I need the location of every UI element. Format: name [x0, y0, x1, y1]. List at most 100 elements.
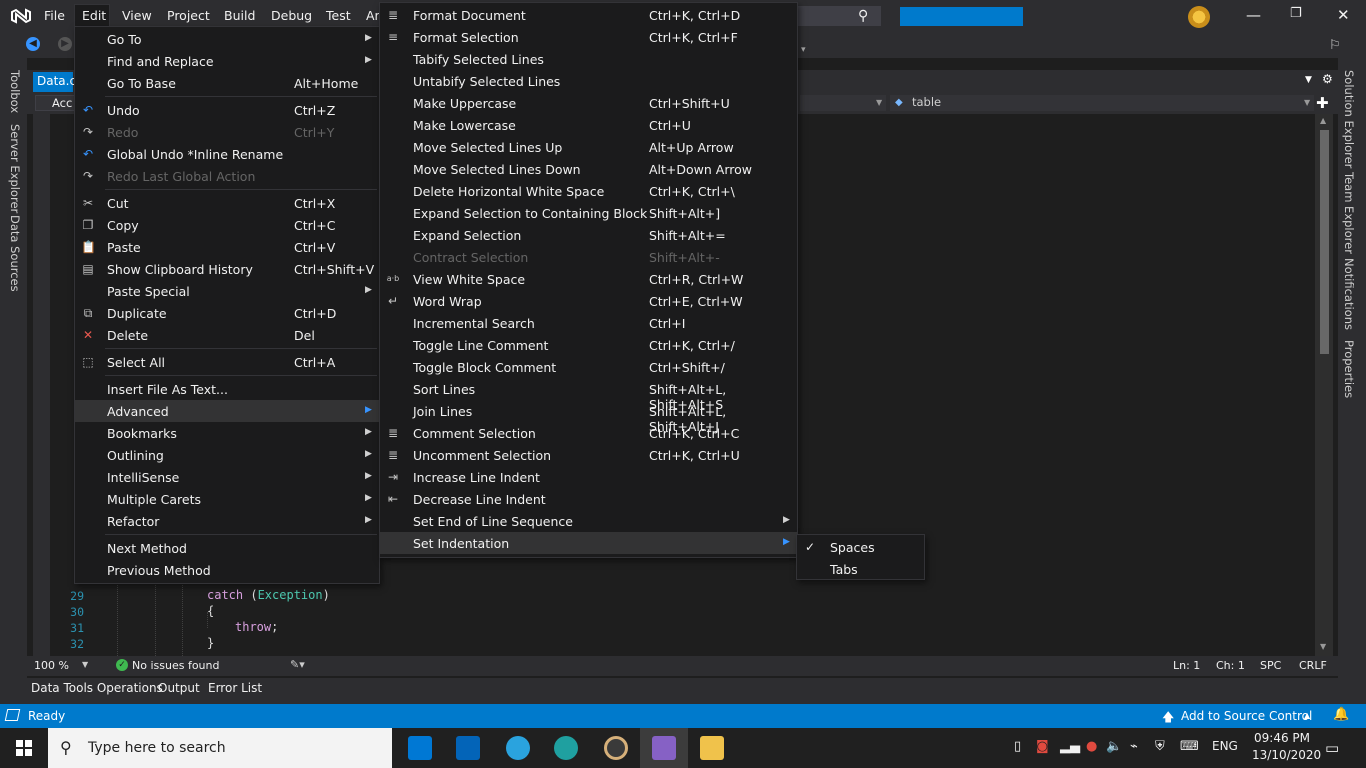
menu-item-increase-line-indent[interactable]: ⇥ Increase Line Indent: [380, 466, 797, 488]
signal-tray-icon[interactable]: ▂▄: [1060, 739, 1080, 754]
menu-item-delete-horizontal-white-space[interactable]: Delete Horizontal White Space Ctrl+K, Ctr…: [380, 180, 797, 202]
toolbar-overflow-icon[interactable]: ▾: [801, 45, 806, 55]
menu-item-format-selection[interactable]: ≡ Format Selection Ctrl+K, Ctrl+F: [380, 26, 797, 48]
menu-item-incremental-search[interactable]: Incremental Search Ctrl+I: [380, 312, 797, 334]
side-tab-team-explorer[interactable]: Team Explorer: [1342, 172, 1356, 254]
file-explorer-icon[interactable]: [700, 736, 724, 760]
menu-edit[interactable]: Edit: [82, 8, 106, 23]
menu-item-multiple-carets[interactable]: Multiple Carets ▶: [75, 488, 379, 510]
navigate-forward-icon[interactable]: ▶: [58, 37, 72, 51]
zoom-level[interactable]: 100 %: [34, 659, 69, 672]
visual-studio-taskbar-icon[interactable]: [652, 736, 676, 760]
restore-icon[interactable]: ❐: [1290, 6, 1302, 21]
side-tab-properties[interactable]: Properties: [1342, 340, 1356, 398]
side-tab-server-explorer[interactable]: Server Explorer: [8, 124, 22, 213]
menu-item-uncomment-selection[interactable]: ≣ Uncomment Selection Ctrl+K, Ctrl+U: [380, 444, 797, 466]
menu-item-comment-selection[interactable]: ≣ Comment Selection Ctrl+K, Ctrl+C: [380, 422, 797, 444]
action-center-icon[interactable]: ▭: [1325, 739, 1339, 757]
menu-item-outlining[interactable]: Outlining ▶: [75, 444, 379, 466]
outlook-icon[interactable]: [456, 736, 480, 760]
menu-item-tabs[interactable]: Tabs: [797, 558, 924, 580]
screen-sketch-icon[interactable]: [408, 736, 432, 760]
menu-item-untabify-selected-lines[interactable]: Untabify Selected Lines: [380, 70, 797, 92]
keyboard-tray-icon[interactable]: ⌨: [1180, 739, 1199, 754]
menu-item-undo[interactable]: ↶ Undo Ctrl+Z: [75, 99, 379, 121]
menu-item-show-clipboard-history[interactable]: ▤ Show Clipboard History Ctrl+Shift+V: [75, 258, 379, 280]
tab-list-dropdown-icon[interactable]: ▼: [1305, 75, 1312, 85]
menu-item-cut[interactable]: ✂ Cut Ctrl+X: [75, 192, 379, 214]
menu-analyze[interactable]: Ar: [366, 8, 380, 23]
tab-error-list[interactable]: Error List: [208, 681, 262, 695]
menu-item-view-white-space[interactable]: a·b View White Space Ctrl+R, Ctrl+W: [380, 268, 797, 290]
member-dropdown[interactable]: table: [890, 95, 1314, 111]
menu-file[interactable]: File: [44, 8, 65, 23]
menu-item-previous-method[interactable]: Previous Method: [75, 559, 379, 581]
menu-item-move-selected-lines-down[interactable]: Move Selected Lines Down Alt+Down Arrow: [380, 158, 797, 180]
menu-build[interactable]: Build: [224, 8, 255, 23]
edge-icon[interactable]: [554, 736, 578, 760]
issues-status[interactable]: No issues found: [132, 659, 219, 672]
side-tab-data-sources[interactable]: Data Sources: [8, 215, 22, 292]
menu-item-format-document[interactable]: ≣ Format Document Ctrl+K, Ctrl+D: [380, 4, 797, 26]
side-tab-notifications[interactable]: Notifications: [1342, 258, 1356, 330]
side-tab-toolbox[interactable]: Toolbox: [8, 70, 22, 113]
menu-item-set-indentation[interactable]: Set Indentation ▶: [380, 532, 797, 554]
rss-tray-icon[interactable]: ◙: [1036, 739, 1049, 754]
menu-item-go-to-base[interactable]: Go To Base Alt+Home: [75, 72, 379, 94]
tab-output[interactable]: Output: [158, 681, 200, 695]
menu-item-select-all[interactable]: ⬚ Select All Ctrl+A: [75, 351, 379, 373]
search-box[interactable]: [797, 6, 881, 26]
minimize-icon[interactable]: —: [1246, 6, 1261, 24]
scroll-down-icon[interactable]: ▼: [1320, 642, 1326, 651]
menu-item-make-lowercase[interactable]: Make Lowercase Ctrl+U: [380, 114, 797, 136]
settings-gear-icon[interactable]: ⚙: [1322, 72, 1333, 86]
menu-item-toggle-block-comment[interactable]: Toggle Block Comment Ctrl+Shift+/: [380, 356, 797, 378]
code-cleanup-icon[interactable]: ✎▾: [290, 658, 305, 671]
menu-item-advanced[interactable]: Advanced ▶: [75, 400, 379, 422]
menu-item-next-method[interactable]: Next Method: [75, 537, 379, 559]
menu-item-global-undo-inline-rename[interactable]: ↶ Global Undo *Inline Rename: [75, 143, 379, 165]
menu-item-go-to[interactable]: Go To ▶: [75, 28, 379, 50]
power-tray-icon[interactable]: ⌁: [1130, 739, 1138, 754]
menu-item-paste[interactable]: 📋 Paste Ctrl+V: [75, 236, 379, 258]
telegram-icon[interactable]: [506, 736, 530, 760]
side-tab-solution-explorer[interactable]: Solution Explorer: [1342, 70, 1356, 168]
volume-tray-icon[interactable]: 🔈: [1106, 739, 1122, 754]
menu-item-sort-lines[interactable]: Sort Lines Shift+Alt+L, Shift+Alt+S: [380, 378, 797, 412]
menu-item-expand-selection[interactable]: Expand Selection Shift+Alt+=: [380, 224, 797, 246]
shield-tray-icon[interactable]: ⛨: [1155, 739, 1165, 754]
tab-data-tools-operations[interactable]: Data Tools Operations: [31, 681, 163, 695]
search-icon[interactable]: ⚲: [858, 8, 868, 24]
project-dropdown[interactable]: Acc: [35, 95, 75, 111]
live-share-button[interactable]: [900, 7, 1023, 26]
clock-date[interactable]: 13/10/2020: [1252, 748, 1321, 762]
split-window-icon[interactable]: ✚: [1316, 94, 1329, 112]
input-language[interactable]: ENG: [1212, 739, 1238, 753]
feedback-icon[interactable]: ⚐: [1329, 38, 1341, 53]
menu-item-find-and-replace[interactable]: Find and Replace ▶: [75, 50, 379, 72]
menu-item-copy[interactable]: ❐ Copy Ctrl+C: [75, 214, 379, 236]
menu-item-make-uppercase[interactable]: Make Uppercase Ctrl+Shift+U: [380, 92, 797, 114]
menu-debug[interactable]: Debug: [271, 8, 312, 23]
type-dropdown[interactable]: [800, 95, 886, 111]
clock-time[interactable]: 09:46 PM: [1254, 731, 1310, 745]
menu-item-paste-special[interactable]: Paste Special ▶: [75, 280, 379, 302]
scrollbar-thumb[interactable]: [1320, 130, 1329, 354]
account-avatar-icon[interactable]: [1188, 6, 1210, 28]
menu-item-move-selected-lines-up[interactable]: Move Selected Lines Up Alt+Up Arrow: [380, 136, 797, 158]
menu-view[interactable]: View: [122, 8, 152, 23]
navigate-back-icon[interactable]: ◀: [26, 37, 40, 51]
line-ending-indicator[interactable]: CRLF: [1299, 659, 1327, 672]
battery-tray-icon[interactable]: ▯: [1014, 739, 1021, 754]
add-to-source-control-button[interactable]: Add to Source Control: [1181, 709, 1312, 723]
menu-item-toggle-line-comment[interactable]: Toggle Line Comment Ctrl+K, Ctrl+/: [380, 334, 797, 356]
taskbar-search-placeholder[interactable]: Type here to search: [88, 740, 226, 756]
menu-item-bookmarks[interactable]: Bookmarks ▶: [75, 422, 379, 444]
document-tab[interactable]: Data.cs: [33, 72, 82, 92]
menu-item-intellisense[interactable]: IntelliSense ▶: [75, 466, 379, 488]
whitespace-indicator[interactable]: SPC: [1260, 659, 1281, 672]
zoom-dropdown-icon[interactable]: ▼: [82, 660, 88, 669]
menu-item-word-wrap[interactable]: ↵ Word Wrap Ctrl+E, Ctrl+W: [380, 290, 797, 312]
menu-test[interactable]: Test: [326, 8, 351, 23]
menu-item-delete[interactable]: ✕ Delete Del: [75, 324, 379, 346]
